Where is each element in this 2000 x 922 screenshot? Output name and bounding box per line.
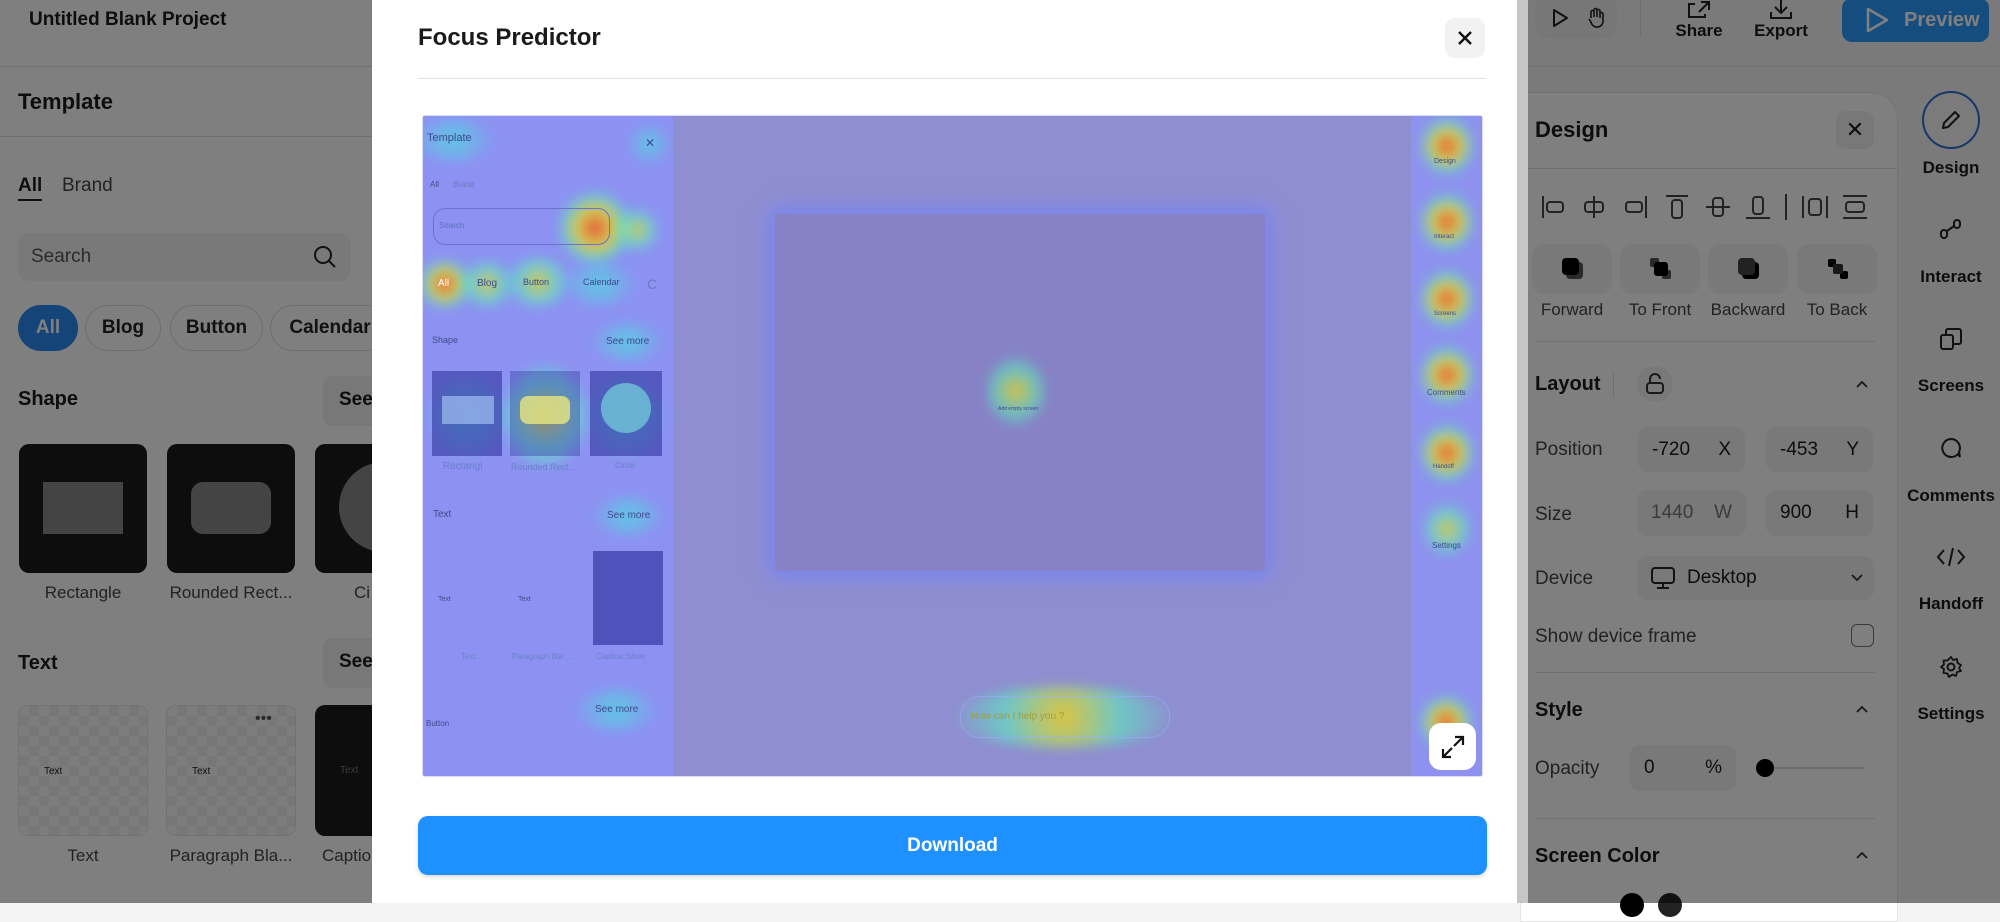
heatmap-text: See more: [607, 510, 651, 521]
scrollbar[interactable]: [1517, 0, 1528, 903]
heatmap-search: Search: [433, 208, 610, 245]
heatmap-text: Rectangl: [443, 461, 483, 472]
heatmap-text: Button: [523, 277, 550, 287]
heatmap-text: Screens: [1434, 311, 1457, 317]
heatmap-text: Design: [1434, 158, 1456, 165]
modal-close-button[interactable]: [1445, 18, 1485, 58]
heatmap-text: Paragraph Bla ...: [512, 652, 573, 661]
heatmap-text: See more: [595, 704, 639, 715]
expand-icon: [1441, 735, 1464, 758]
heatmap-text: Brand: [453, 180, 475, 189]
heatmap-text: Calendar: [583, 277, 620, 287]
heatmap-text: Shape: [432, 335, 459, 345]
heatmap-tile: [432, 371, 502, 456]
heatmap-text: Blog: [477, 278, 498, 289]
heatmap-text: Template: [427, 132, 472, 144]
heatmap-text: Button: [426, 719, 450, 728]
heatmap-text: Handoff: [1433, 464, 1454, 470]
heatmap-close-icon: ✕: [645, 136, 656, 150]
modal-title: Focus Predictor: [418, 24, 601, 51]
heatmap-text: See more: [606, 336, 650, 347]
heatmap-text: Text: [438, 596, 451, 603]
close-icon: [1458, 31, 1472, 45]
heatmap-text: All: [430, 180, 439, 189]
heatmap-text: Interact: [1434, 234, 1455, 240]
heatmap-text: Comments: [1427, 388, 1466, 397]
heatmap-text: Caption Silver: [596, 652, 646, 661]
expand-button[interactable]: [1429, 723, 1476, 770]
heatmap-text: Circle: [615, 461, 636, 470]
heatmap-text: Text: [433, 509, 452, 520]
heatmap-text: Text: [518, 596, 531, 603]
heatmap-text: C: [647, 276, 658, 292]
heatmap-tile: [590, 371, 662, 456]
heatmap-tile: [593, 551, 663, 645]
heatmap-tile: [510, 371, 580, 456]
heatmap-chat-bar: How can I help you ?: [960, 696, 1170, 738]
heatmap-text: Settings: [1432, 541, 1461, 550]
heatmap-text: Rounded Rect ...: [511, 462, 579, 472]
focus-heatmap-image: Template ✕ All Brand Search All Blog But…: [422, 115, 1483, 777]
heatmap-text: All: [438, 278, 450, 289]
heatmap-text: Add empty screen: [998, 406, 1039, 412]
download-button[interactable]: Download: [418, 816, 1487, 875]
focus-predictor-modal: Focus Predictor Template ✕ All Brand Sea…: [372, 0, 1517, 903]
heatmap-text: Text: [461, 652, 476, 661]
